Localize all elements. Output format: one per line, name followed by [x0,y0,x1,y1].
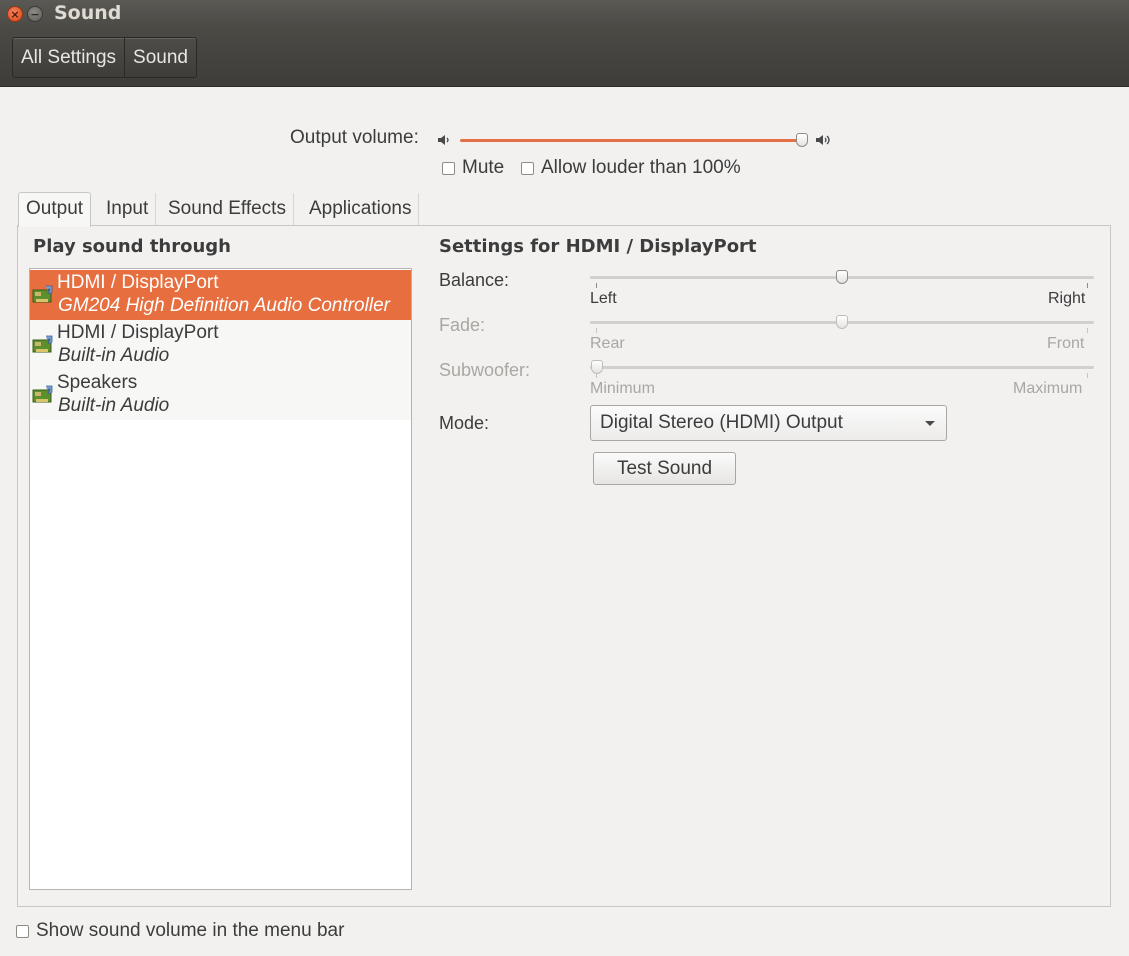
mute-label: Mute [462,157,505,178]
allow-louder-checkbox-row[interactable]: Allow louder than 100% [521,157,741,179]
mute-checkbox[interactable] [442,161,455,175]
allow-louder-checkbox[interactable] [521,161,534,175]
fade-tick-left [596,328,597,333]
mode-dropdown[interactable]: Digital Stereo (HDMI) Output [590,405,947,441]
balance-max-label: Right [1048,290,1086,307]
play-sound-through-heading: Play sound through [33,236,231,257]
tab-input[interactable]: Input [99,193,157,225]
show-in-menu-checkbox[interactable] [16,924,29,938]
output-volume-label: Output volume: [290,127,419,148]
allow-louder-label: Allow louder than 100% [541,157,741,178]
window-title: Sound [54,2,122,24]
subwoofer-tick-right [1087,373,1088,378]
fade-label: Fade: [439,315,486,335]
fade-max-label: Front [1047,335,1085,352]
mute-checkbox-row[interactable]: Mute [442,157,504,179]
chevron-down-icon [925,421,935,426]
balance-tick-left [596,283,597,288]
tab-sound-effects[interactable]: Sound Effects [161,193,294,225]
fade-min-label: Rear [590,335,625,352]
settings-heading: Settings for HDMI / DisplayPort [439,236,757,257]
list-item[interactable]: HDMI / DisplayPort GM204 High Definition… [30,270,411,320]
device-name: Speakers [57,372,138,393]
output-volume-slider-handle[interactable] [796,133,808,147]
device-description: Built-in Audio [58,345,170,366]
balance-tick-right [1087,283,1088,288]
show-in-menu-label: Show sound volume in the menu bar [36,920,345,941]
list-item[interactable]: Speakers Built-in Audio [30,370,411,420]
subwoofer-slider[interactable] [590,366,1094,369]
sound-settings-window: × − Sound All Settings Sound Output volu… [0,0,1129,956]
test-sound-button[interactable]: Test Sound [593,452,736,485]
device-name: HDMI / DisplayPort [57,272,219,293]
balance-min-label: Left [590,290,617,307]
subwoofer-min-label: Minimum [590,380,655,397]
tab-output[interactable]: Output [18,192,92,227]
minimize-icon[interactable]: − [27,6,43,22]
device-description: GM204 High Definition Audio Controller [58,295,390,316]
mode-dropdown-value: Digital Stereo (HDMI) Output [600,412,843,433]
sound-breadcrumb-button[interactable]: Sound [124,38,196,77]
mode-label: Mode: [439,413,490,433]
all-settings-button[interactable]: All Settings [13,38,124,77]
audio-card-icon [32,385,53,403]
audio-card-icon [32,335,53,353]
close-icon[interactable]: × [7,6,23,22]
volume-high-icon [816,135,830,145]
subwoofer-slider-handle[interactable] [591,360,603,374]
subwoofer-label: Subwoofer: [439,360,531,380]
audio-card-icon [32,285,53,303]
output-volume-slider[interactable] [460,139,805,142]
balance-label: Balance: [439,270,510,290]
title-bar: × − Sound All Settings Sound [0,0,1129,87]
breadcrumb: All Settings Sound [12,37,197,78]
volume-low-icon [438,135,449,145]
output-device-list[interactable]: HDMI / DisplayPort GM204 High Definition… [29,268,412,890]
device-name: HDMI / DisplayPort [57,322,219,343]
device-description: Built-in Audio [58,395,170,416]
subwoofer-max-label: Maximum [1013,380,1083,397]
balance-slider-handle[interactable] [836,270,848,284]
show-in-menu-checkbox-row[interactable]: Show sound volume in the menu bar [16,920,344,942]
tab-applications[interactable]: Applications [302,193,420,225]
list-item[interactable]: HDMI / DisplayPort Built-in Audio [30,320,411,370]
fade-tick-right [1087,328,1088,333]
fade-slider-handle[interactable] [836,315,848,329]
